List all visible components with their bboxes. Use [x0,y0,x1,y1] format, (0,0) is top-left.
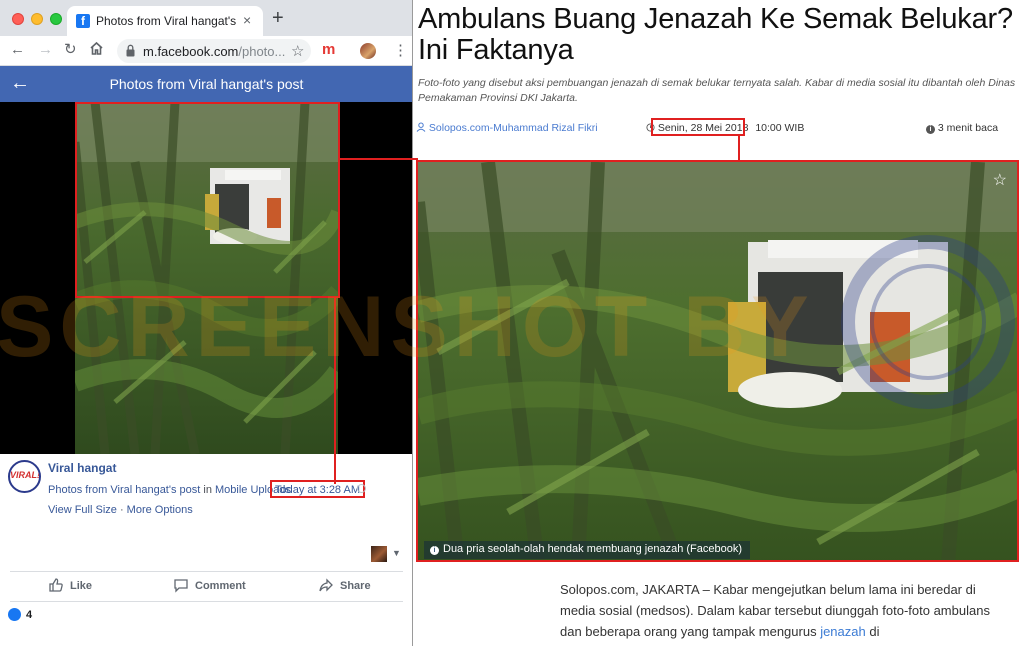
divider [10,601,403,602]
post-photo[interactable] [75,102,338,454]
new-tab-button[interactable]: + [272,8,284,28]
connector-photo-to-timestamp [334,296,336,484]
forward-arrow-icon[interactable]: → [38,42,53,58]
connector-date-to-image [738,136,740,160]
tab-facebook-photo[interactable]: f Photos from Viral hangat's post × [67,6,263,36]
url-path: /photo... [238,44,286,59]
close-window-button[interactable] [12,13,24,25]
news-article: Ambulans Buang Jenazah Ke Semak Belukar?… [414,0,1024,646]
tab-title: Photos from Viral hangat's post [96,14,239,28]
tab-close-icon[interactable]: × [243,12,251,28]
photo-viewer [0,102,412,454]
like-reaction-icon[interactable] [8,608,21,621]
post-source-link[interactable]: Photos from Viral hangat's post [48,484,200,496]
reload-icon[interactable]: ↻ [64,42,77,58]
meta-in-text: in [200,484,216,496]
highlight-box-bottom [75,296,340,298]
bookmark-star-icon[interactable]: ☆ [291,42,304,60]
chevron-down-icon[interactable]: ▼ [392,548,401,558]
comment-bubble-icon [174,579,188,593]
read-time-text: 3 menit baca [937,122,999,134]
lock-icon [126,44,135,57]
page-avatar[interactable]: VIRAL! [8,460,41,493]
browser-toolbar: ← → ↻ m.facebook.com/photo... ☆ m ⋮ [0,36,412,66]
highlight-box-right [338,102,340,298]
article-headline: Ambulans Buang Jenazah Ke Semak Belukar?… [418,3,1013,66]
facebook-header: ← Photos from Viral hangat's post [0,66,412,102]
facebook-favicon-icon: f [76,14,90,28]
body-text: Solopos.com, JAKARTA – Kabar mengejutkan… [560,582,990,639]
divider [10,571,403,572]
profile-avatar-icon[interactable] [360,43,376,59]
highlight-box-top [75,102,340,104]
back-arrow-icon[interactable]: ← [10,42,25,58]
photo-options: View Full Size · More Options [48,504,193,516]
connector-photo-to-article [340,158,418,160]
save-star-icon[interactable]: ☆ [993,170,1007,190]
author-byline[interactable]: Solopos.com-Muhammad Rizal Fikri [416,122,598,134]
reaction-count[interactable]: 4 [26,609,32,621]
date-highlight-box [651,118,745,136]
tag-link-jenazah[interactable]: jenazah [820,624,866,639]
page-name-link[interactable]: Viral hangat [48,461,116,475]
home-icon[interactable] [89,41,104,60]
author-name: Solopos.com-Muhammad Rizal Fikri [428,122,598,134]
more-options-link[interactable]: More Options [127,504,193,516]
post-timestamp-highlighted[interactable]: Today at 3:28 AM [270,480,365,498]
read-time: i 3 menit baca [926,122,998,134]
publish-time: 10:00 WIB [755,122,805,134]
body-tail: di [865,624,880,639]
user-icon [416,122,426,132]
zoom-window-button[interactable] [50,13,62,25]
reaction-avatar[interactable] [371,546,387,562]
photo-viewer-title: Photos from Viral hangat's post [109,76,304,92]
address-bar[interactable]: m.facebook.com/photo... ☆ [117,39,311,63]
article-lede: Foto-foto yang disebut aksi pembuangan j… [418,77,1016,104]
thumbs-up-icon [49,578,63,592]
share-arrow-icon [319,578,333,592]
screenshot-collage: f Photos from Viral hangat's post × + ← … [0,0,1024,646]
caption-text: Dua pria seolah-olah hendak membuang jen… [443,543,743,555]
comment-label: Comment [195,580,246,592]
info-icon: i [430,546,439,555]
like-label: Like [70,580,93,592]
view-full-size-link[interactable]: View Full Size [48,504,117,516]
info-icon: i [926,125,935,134]
highlight-box-left [75,102,77,298]
extension-m-icon[interactable]: m [322,41,335,58]
privacy-globe-icon [357,484,366,493]
kebab-menu-icon[interactable]: ⋮ [393,41,408,59]
post-details: VIRAL! Viral hangat Photos from Viral ha… [0,454,412,646]
share-label: Share [340,580,371,592]
image-caption: i Dua pria seolah-olah hendak membuang je… [424,541,751,559]
url-text: m.facebook.com/photo... [143,44,285,59]
article-hero-image[interactable]: ☆ i Dua pria seolah-olah hendak membuang … [416,160,1019,562]
tab-strip: f Photos from Viral hangat's post × + [0,0,412,36]
options-separator: · [116,504,127,516]
browser-window: f Photos from Viral hangat's post × + ← … [0,0,413,646]
url-host: m.facebook.com [143,44,239,59]
minimize-window-button[interactable] [31,13,43,25]
post-meta: Photos from Viral hangat's post in Mobil… [48,484,291,496]
article-body: Solopos.com, JAKARTA – Kabar mengejutkan… [560,579,998,642]
avatar-logo-text: VIRAL! [10,470,40,480]
